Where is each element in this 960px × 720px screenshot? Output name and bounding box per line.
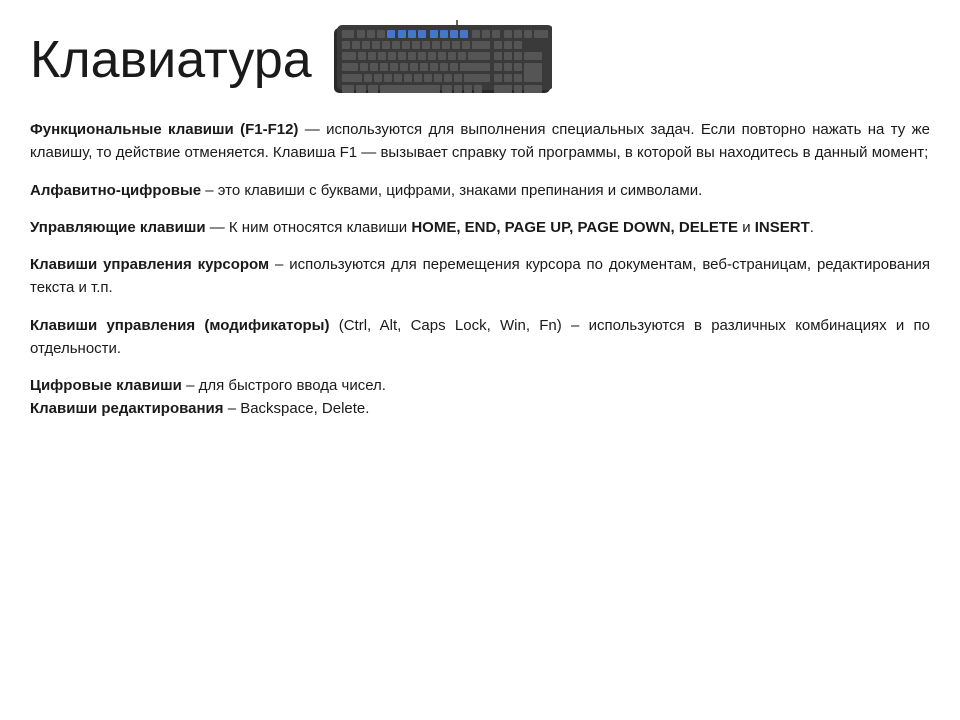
text-modifiers-bold: Клавиши управления (модификаторы) — [30, 317, 329, 334]
text-control-bold: Управляющие клавиши — [30, 219, 206, 236]
paragraph-modifiers: Клавиши управления (модификаторы) (Ctrl,… — [30, 314, 930, 361]
page-header: Клавиатура — [30, 20, 930, 100]
paragraph-alphanumeric: Алфавитно-цифровые – это клавиши с буква… — [30, 179, 930, 202]
keyboard-image — [332, 20, 552, 100]
paragraph-functional: Функциональные клавиши (F1-F12) — исполь… — [30, 118, 930, 165]
text-insert: INSERT — [755, 219, 810, 236]
main-content: Функциональные клавиши (F1-F12) — исполь… — [30, 118, 930, 421]
paragraph-control: Управляющие клавиши — К ним относятся кл… — [30, 216, 930, 239]
text-editing-bold: Клавиши редактирования — [30, 400, 224, 417]
paragraph-cursor: Клавиши управления курсором – используют… — [30, 253, 930, 300]
text-alphanumeric-bold: Алфавитно-цифровые — [30, 182, 201, 199]
paragraph-numeric: Цифровые клавиши – для быстрого ввода чи… — [30, 374, 930, 421]
page-title: Клавиатура — [30, 30, 312, 90]
page: Клавиатура — [0, 0, 960, 720]
text-functional-bold: Функциональные клавиши (F1-F12) — [30, 121, 298, 138]
text-home-end: HOME, END, PAGE UP, PAGE DOWN, DELETE — [411, 219, 738, 236]
text-cursor-bold: Клавиши управления курсором — [30, 256, 269, 273]
text-numeric-bold: Цифровые клавиши — [30, 377, 182, 394]
